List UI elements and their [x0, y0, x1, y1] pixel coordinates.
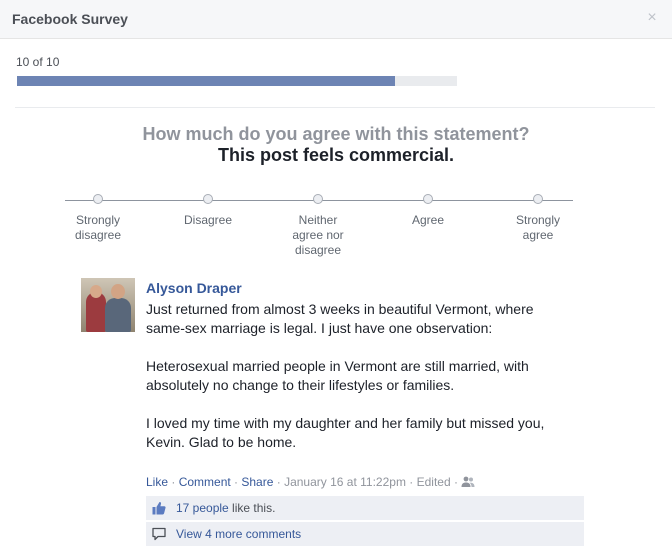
view-more-comments-link[interactable]: View 4 more comments [176, 527, 301, 541]
comments-summary: View 4 more comments [146, 522, 584, 546]
radio-button[interactable] [93, 194, 103, 204]
close-icon: × [647, 9, 657, 26]
likes-summary: 17 people like this. [146, 496, 584, 520]
radio-button[interactable] [313, 194, 323, 204]
separator: · [230, 475, 242, 489]
progress-counter: 10 of 10 [16, 55, 60, 69]
edited-label[interactable]: Edited [417, 475, 451, 489]
post-paragraph: Just returned from almost 3 weeks in bea… [146, 301, 534, 336]
post-paragraph: I loved my time with my daughter and her… [146, 415, 545, 450]
post-timestamp[interactable]: January 16 at 11:22pm [284, 475, 406, 489]
progress-bar-fill [17, 76, 396, 86]
radio-button[interactable] [423, 194, 433, 204]
scale-option-label: Agree [411, 213, 445, 227]
scale-option-label: Neither agree nor disagree [292, 213, 344, 257]
separator: · [168, 475, 179, 489]
thumbs-up-icon [152, 501, 166, 515]
radio-button[interactable] [533, 194, 543, 204]
scale-option-label: Strongly disagree [74, 213, 122, 242]
scale-option-strongly-agree[interactable]: Strongly agree [488, 194, 588, 243]
post-body: Just returned from almost 3 weeks in bea… [146, 300, 576, 471]
scale-option-strongly-disagree[interactable]: Strongly disagree [48, 194, 148, 243]
dialog-title: Facebook Survey [12, 11, 128, 27]
comment-bubble-icon [152, 527, 166, 541]
scale-option-neither[interactable]: Neither agree nor disagree [268, 194, 368, 258]
radio-button[interactable] [203, 194, 213, 204]
likes-people-link[interactable]: 17 people [176, 501, 229, 515]
scale-option-agree[interactable]: Agree [378, 194, 478, 228]
dialog-header: Facebook Survey × [0, 0, 672, 39]
friends-audience-icon[interactable] [461, 476, 475, 488]
post-paragraph: Heterosexual married people in Vermont a… [146, 358, 529, 393]
comment-link[interactable]: Comment [179, 475, 231, 489]
likes-text: 17 people like this. [176, 501, 275, 515]
scale-option-disagree[interactable]: Disagree [158, 194, 258, 228]
comments-text: View 4 more comments [176, 527, 301, 541]
close-button[interactable]: × [642, 8, 662, 28]
likes-suffix: like this. [228, 501, 276, 515]
scale-option-label: Disagree [183, 213, 233, 227]
separator: · [450, 475, 462, 489]
share-link[interactable]: Share [241, 475, 273, 489]
post-author[interactable]: Alyson Draper [146, 280, 242, 296]
survey-question: How much do you agree with this statemen… [142, 124, 530, 144]
post-actions: Like · Comment · Share · January 16 at 1… [146, 475, 475, 489]
scale-option-label: Strongly agree [515, 213, 561, 242]
avatar[interactable] [81, 278, 135, 332]
survey-statement: This post feels commercial. [217, 145, 455, 165]
separator: · [273, 475, 285, 489]
divider [15, 107, 655, 108]
like-link[interactable]: Like [146, 475, 168, 489]
separator: · [405, 475, 417, 489]
progress-bar [17, 76, 457, 86]
